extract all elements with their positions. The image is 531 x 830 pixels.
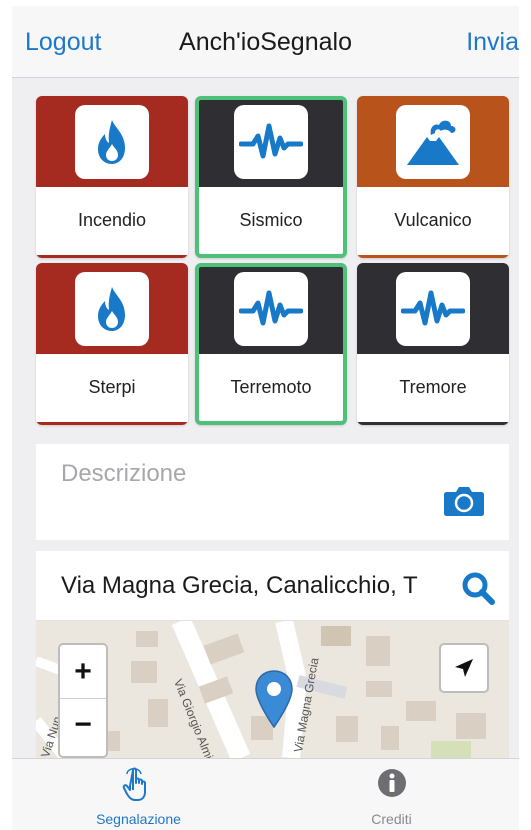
- info-icon: [377, 769, 406, 797]
- seismic-wave-icon: [401, 290, 465, 326]
- seismic-wave-icon: [239, 123, 303, 159]
- map-view[interactable]: Via Giorgio Almirante Via Magna Grecia V…: [36, 621, 509, 758]
- zoom-in-button[interactable]: +: [60, 645, 106, 698]
- tab-crediti[interactable]: Crediti: [265, 759, 518, 830]
- address-value: Via Magna Grecia, Canalicchio, T: [61, 572, 418, 599]
- category-label: Sismico: [239, 210, 303, 230]
- category-label: Incendio: [77, 210, 147, 230]
- category-label: Vulcanico: [394, 210, 472, 230]
- map-pin-icon[interactable]: [254, 669, 294, 729]
- category-tile-terremoto[interactable]: Terremoto: [195, 263, 347, 425]
- category-tile-tremore[interactable]: Tremore: [357, 263, 509, 425]
- zoom-control: + −: [58, 643, 108, 758]
- locate-button[interactable]: [439, 643, 489, 693]
- tab-label: Crediti: [371, 811, 412, 827]
- zoom-out-button[interactable]: −: [60, 698, 106, 751]
- category-tile-sismico[interactable]: Sismico: [195, 96, 347, 258]
- fire-icon: [98, 287, 125, 331]
- page-title: Anch'ioSegnalo: [179, 28, 352, 56]
- seismic-wave-icon: [239, 290, 303, 326]
- hand-pointer-icon: [122, 767, 146, 801]
- location-arrow-icon: [455, 659, 473, 677]
- category-label: Sterpi: [88, 377, 136, 397]
- description-field[interactable]: Descrizione: [36, 444, 509, 540]
- fire-icon: [98, 120, 125, 164]
- search-icon[interactable]: [461, 571, 495, 605]
- category-label: Terremoto: [230, 377, 312, 397]
- camera-icon[interactable]: [443, 484, 485, 516]
- category-tile-sterpi[interactable]: Sterpi: [36, 263, 188, 425]
- tab-label: Segnalazione: [96, 811, 181, 827]
- category-label: Tremore: [399, 377, 467, 397]
- send-button[interactable]: Invia: [466, 28, 519, 57]
- category-tile-vulcanico[interactable]: Vulcanico: [357, 96, 509, 258]
- address-field[interactable]: Via Magna Grecia, Canalicchio, T: [36, 551, 509, 621]
- app-screen: Logout Anch'ioSegnalo Invia Incendio Sis…: [12, 6, 519, 830]
- tab-bar: Segnalazione Crediti: [12, 758, 519, 830]
- tab-segnalazione[interactable]: Segnalazione: [12, 759, 265, 830]
- navigation-bar: Logout Anch'ioSegnalo Invia: [12, 6, 519, 78]
- category-tile-incendio[interactable]: Incendio: [36, 96, 188, 258]
- description-placeholder: Descrizione: [61, 460, 187, 487]
- volcano-icon: [407, 120, 459, 165]
